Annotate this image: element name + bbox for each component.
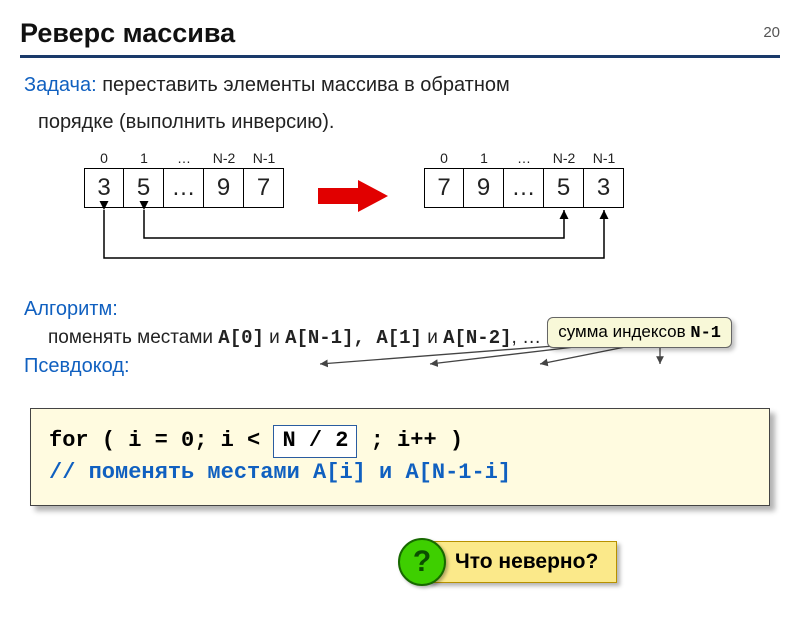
slide-title: Реверс массива xyxy=(20,18,800,49)
array-cell: 3 xyxy=(84,168,124,208)
right-index-row: 0 1 … N-2 N-1 xyxy=(424,150,624,166)
algo-and2: и xyxy=(422,327,443,348)
array-cell: … xyxy=(164,168,204,208)
array-diagram: 0 1 … N-2 N-1 3 5 … 9 7 0 1 … N-2 N-1 xyxy=(24,150,776,290)
index-sum-callout: сумма индексов N-1 xyxy=(547,317,732,348)
algo-pair2a: A[1] xyxy=(376,327,422,349)
idx: … xyxy=(164,150,204,166)
array-cell: 7 xyxy=(244,168,284,208)
idx: … xyxy=(504,150,544,166)
task-label: Задача: xyxy=(24,74,97,96)
idx: 0 xyxy=(424,150,464,166)
array-cell: … xyxy=(504,168,544,208)
algo-suffix: , … xyxy=(512,327,542,348)
question-mark-icon: ? xyxy=(398,538,446,586)
code-1a: for ( i = 0; i < xyxy=(49,428,273,453)
transform-arrow-icon xyxy=(314,176,394,222)
idx: N-2 xyxy=(544,150,584,166)
algo-pair1b: A[N-1] xyxy=(285,327,353,349)
array-cell: 9 xyxy=(464,168,504,208)
code-highlight: N / 2 xyxy=(273,425,357,458)
left-array: 3 5 … 9 7 xyxy=(84,168,284,208)
algo-and1: и xyxy=(264,327,285,348)
callout-text: сумма индексов xyxy=(558,322,690,341)
pseudocode-box: for ( i = 0; i < N / 2 ; i++ ) // поменя… xyxy=(30,408,770,506)
question-text: Что неверно? xyxy=(428,541,617,583)
idx: N-2 xyxy=(204,150,244,166)
question-footer: ? Что неверно? xyxy=(380,538,617,586)
algo-sep: , xyxy=(354,327,377,349)
idx: 0 xyxy=(84,150,124,166)
array-cell: 9 xyxy=(204,168,244,208)
array-cell: 5 xyxy=(124,168,164,208)
code-line-1: for ( i = 0; i < N / 2 ; i++ ) xyxy=(49,425,751,458)
task-text-1: переставить элементы массива в обратном xyxy=(97,74,510,96)
page-number: 20 xyxy=(763,24,780,41)
idx: 1 xyxy=(464,150,504,166)
algo-pair1a: A[0] xyxy=(218,327,264,349)
idx: N-1 xyxy=(584,150,624,166)
task-line: Задача: переставить элементы массива в о… xyxy=(24,72,776,99)
pseudocode-label: Псевдокод: xyxy=(24,355,776,378)
callout-expr: N-1 xyxy=(690,324,721,343)
array-cell: 5 xyxy=(544,168,584,208)
array-cell: 7 xyxy=(424,168,464,208)
code-1b: ; i++ ) xyxy=(357,428,463,453)
idx: 1 xyxy=(124,150,164,166)
right-array: 7 9 … 5 3 xyxy=(424,168,624,208)
left-index-row: 0 1 … N-2 N-1 xyxy=(84,150,284,166)
task-text-2: порядке (выполнить инверсию). xyxy=(38,109,776,136)
algo-pair2b: A[N-2] xyxy=(443,327,511,349)
array-cell: 3 xyxy=(584,168,624,208)
title-rule xyxy=(20,55,780,58)
code-line-2: // поменять местами A[i] и A[N-1-i] xyxy=(49,458,751,489)
idx: N-1 xyxy=(244,150,284,166)
algo-prefix: поменять местами xyxy=(48,327,218,348)
